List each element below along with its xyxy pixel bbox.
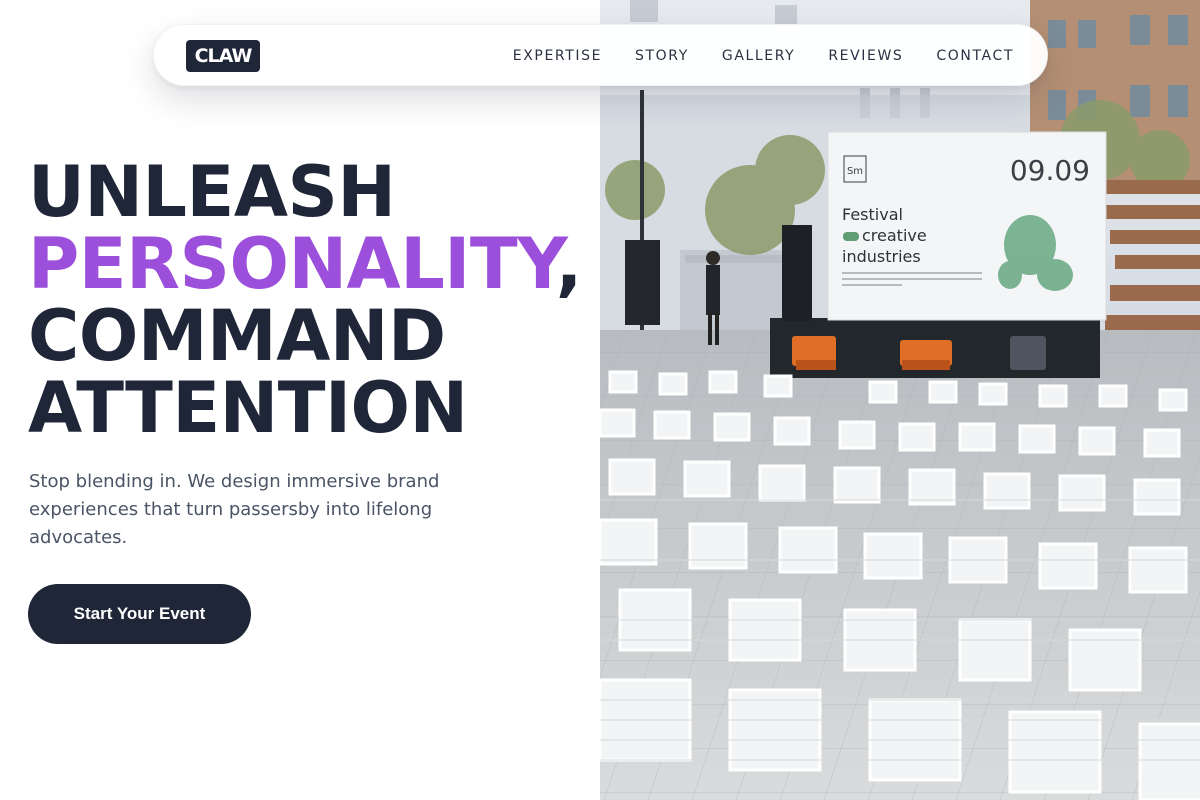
screen-title-2: creative	[862, 226, 927, 245]
hero-headline: UNLEASH PERSONALITY, COMMAND ATTENTION	[28, 156, 588, 444]
headline-line-3: COMMAND	[28, 295, 446, 377]
nav-link-story[interactable]: STORY	[635, 48, 689, 64]
nav-link-contact[interactable]: CONTACT	[936, 48, 1014, 64]
hero-subtext: Stop blending in. We design immersive br…	[29, 471, 440, 548]
headline-comma: ,	[555, 223, 583, 305]
screen-date: 09.09	[1010, 154, 1090, 187]
headline-line-1: UNLEASH	[28, 151, 396, 233]
logo[interactable]: CLAW	[186, 40, 260, 72]
top-nav: CLAW EXPERTISE STORY GALLERY REVIEWS CON…	[153, 24, 1048, 86]
nav-link-expertise[interactable]: EXPERTISE	[513, 48, 602, 64]
screen-title-3: industries	[842, 247, 921, 266]
headline-accent: PERSONALITY	[28, 223, 556, 305]
headline-line-4: ATTENTION	[28, 367, 468, 449]
nav-link-reviews[interactable]: REVIEWS	[828, 48, 903, 64]
screen-brand-mark: Sm	[847, 166, 863, 177]
headline-line-2: PERSONALITY,	[28, 228, 588, 300]
nav-link-gallery[interactable]: GALLERY	[722, 48, 795, 64]
screen-title-1: Festival	[842, 205, 903, 224]
event-screen: Sm 09.09 Festival creative industries	[827, 131, 1107, 321]
start-event-button[interactable]: Start Your Event	[28, 584, 251, 644]
nav-links: EXPERTISE STORY GALLERY REVIEWS CONTACT	[480, 25, 1014, 87]
hero-photo: Sm 09.09 Festival creative industries	[600, 0, 1200, 800]
